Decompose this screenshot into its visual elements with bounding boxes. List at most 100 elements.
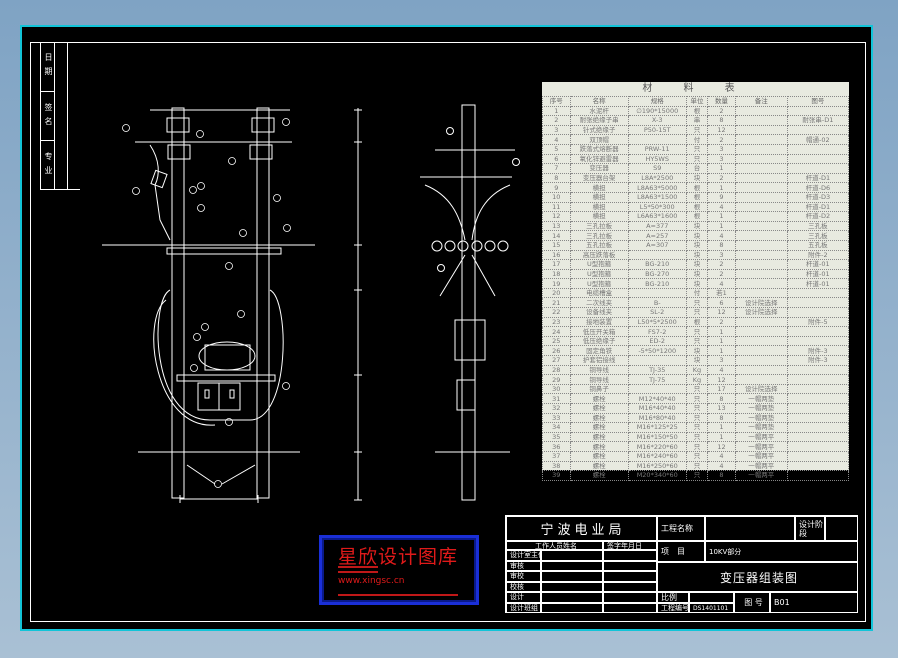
table-cell: 37 xyxy=(542,450,571,462)
table-cell: 根 xyxy=(685,182,709,193)
table-cell: 4 xyxy=(707,460,736,472)
table-cell: 17 xyxy=(542,259,571,270)
table-cell: 块 xyxy=(685,278,709,289)
table-cell: 8 xyxy=(707,470,736,481)
signature-cell xyxy=(541,602,603,613)
table-cell: 块 xyxy=(685,259,709,270)
table-cell: 三孔拉板 xyxy=(569,230,629,241)
table-cell: 台 xyxy=(685,163,709,174)
table-cell xyxy=(734,172,788,184)
table-row: 9 横担 L8A63*5000 根 1 杆道-D6 xyxy=(542,182,850,193)
table-cell: 设计院选择 xyxy=(734,383,788,395)
table-cell: -5*50*1200 xyxy=(627,345,687,357)
table-cell: S9 xyxy=(627,163,687,174)
table-cell: 3 xyxy=(707,249,736,261)
table-cell: 一帽两平 xyxy=(734,441,788,452)
table-cell: 只 xyxy=(685,431,709,443)
table-cell: 12 xyxy=(707,307,736,318)
table-cell: 设备线夹 xyxy=(569,307,629,318)
table-cell xyxy=(734,287,788,299)
table-row: 18 U型抱箍 BG-270 块 2 杆道-01 xyxy=(542,268,850,280)
table-cell: 根 xyxy=(685,211,709,222)
table-cell: 4 xyxy=(707,450,736,462)
table-cell xyxy=(734,239,788,251)
drawing-no-value: B01 xyxy=(770,592,858,613)
table-cell: 电缆槽盒 xyxy=(569,287,629,299)
watermark-logo: 星欣设计图库 www.xingsc.cn xyxy=(319,535,479,605)
table-cell xyxy=(786,383,850,395)
table-cell: 设计院选择 xyxy=(734,307,788,318)
table-cell xyxy=(734,115,788,126)
table-cell xyxy=(786,393,850,404)
table-cell: 1 xyxy=(707,422,736,433)
table-row: 7 变压器 S9 台 1 xyxy=(542,163,850,174)
table-cell xyxy=(786,431,850,443)
table-cell: 只 xyxy=(685,403,709,414)
table-row: 30 铜鼻子 只 17 设计院选择 xyxy=(542,383,850,395)
table-cell: 付 xyxy=(685,134,709,145)
table-cell xyxy=(786,422,850,433)
table-cell: 2 xyxy=(707,268,736,280)
table-cell: 螺栓 xyxy=(569,412,629,424)
table-cell: X-3 xyxy=(627,115,687,126)
table-cell: A=377 xyxy=(627,220,687,232)
table-cell xyxy=(786,470,850,481)
watermark-title: 星欣设计图库 xyxy=(338,546,459,568)
table-cell xyxy=(734,163,788,174)
table-cell: 若1 xyxy=(707,287,736,299)
table-cell: 36 xyxy=(542,441,571,452)
table-cell: 帽通-02 xyxy=(786,134,850,145)
table-cell: 只 xyxy=(685,326,709,337)
table-cell: M16*240*60 xyxy=(627,450,687,462)
table-row: 33 螺栓 M16*80*40 只 8 一帽两垫 xyxy=(542,412,850,424)
table-cell xyxy=(786,364,850,376)
table-cell: 31 xyxy=(542,393,571,404)
signature-cell xyxy=(541,592,603,603)
table-row: 1 水泥杆 ∅190*15000 根 2 xyxy=(542,105,850,117)
table-cell: 变压器 xyxy=(569,163,629,174)
table-cell: 块 xyxy=(685,268,709,280)
table-cell: 根 xyxy=(685,191,709,203)
item-value: 10KV部分 xyxy=(705,541,858,562)
table-cell xyxy=(627,249,687,261)
table-cell: 1 xyxy=(707,211,736,222)
table-row: 25 低压绝缘子 ED-2 只 1 xyxy=(542,335,850,347)
table-cell: 3 xyxy=(542,124,571,136)
table-cell: 块 xyxy=(685,220,709,232)
design-stage-value xyxy=(825,516,858,541)
table-cell: 杆道-D6 xyxy=(786,182,850,193)
table-cell: 1 xyxy=(707,335,736,347)
table-cell: 1 xyxy=(707,182,736,193)
table-cell xyxy=(734,134,788,145)
table-cell xyxy=(786,124,850,136)
material-table: 材 料 表 序号 名称 规格 单位 数量 备注 图号 1 水泥杆 ∅190*15000 根 2 2 耐张… xyxy=(542,82,850,481)
table-cell: M16*150*50 xyxy=(627,431,687,443)
table-cell xyxy=(786,326,850,337)
table-cell: 螺栓 xyxy=(569,460,629,472)
table-cell: 付 xyxy=(685,287,709,299)
role-label: 设计室主任 xyxy=(506,550,541,561)
dimension-column xyxy=(354,108,362,501)
table-cell xyxy=(786,153,850,165)
table-cell: 附件-2 xyxy=(786,249,850,261)
table-cell: 4 xyxy=(707,230,736,241)
table-cell: 14 xyxy=(542,230,571,241)
table-row: 10 横担 L8A63*1500 根 9 杆道-D3 xyxy=(542,191,850,203)
table-cell: HY5WS xyxy=(627,153,687,165)
table-cell xyxy=(734,201,788,213)
table-cell: 只 xyxy=(685,335,709,347)
table-cell: 只 xyxy=(685,153,709,165)
table-cell: 横担 xyxy=(569,191,629,203)
table-cell: 高压跌落板 xyxy=(569,249,629,261)
table-cell: 根 xyxy=(685,105,709,117)
table-cell: 15 xyxy=(542,239,571,251)
table-cell: 螺栓 xyxy=(569,470,629,481)
table-cell: M16*40*40 xyxy=(627,403,687,414)
table-cell: BG-210 xyxy=(627,278,687,289)
table-cell xyxy=(734,143,788,155)
staff-header: 工作人员姓名 xyxy=(506,541,603,550)
table-cell: 横担 xyxy=(569,182,629,193)
table-cell: 铜导线 xyxy=(569,374,629,385)
front-elevation xyxy=(102,107,315,503)
table-cell: 一帽两垫 xyxy=(734,422,788,433)
